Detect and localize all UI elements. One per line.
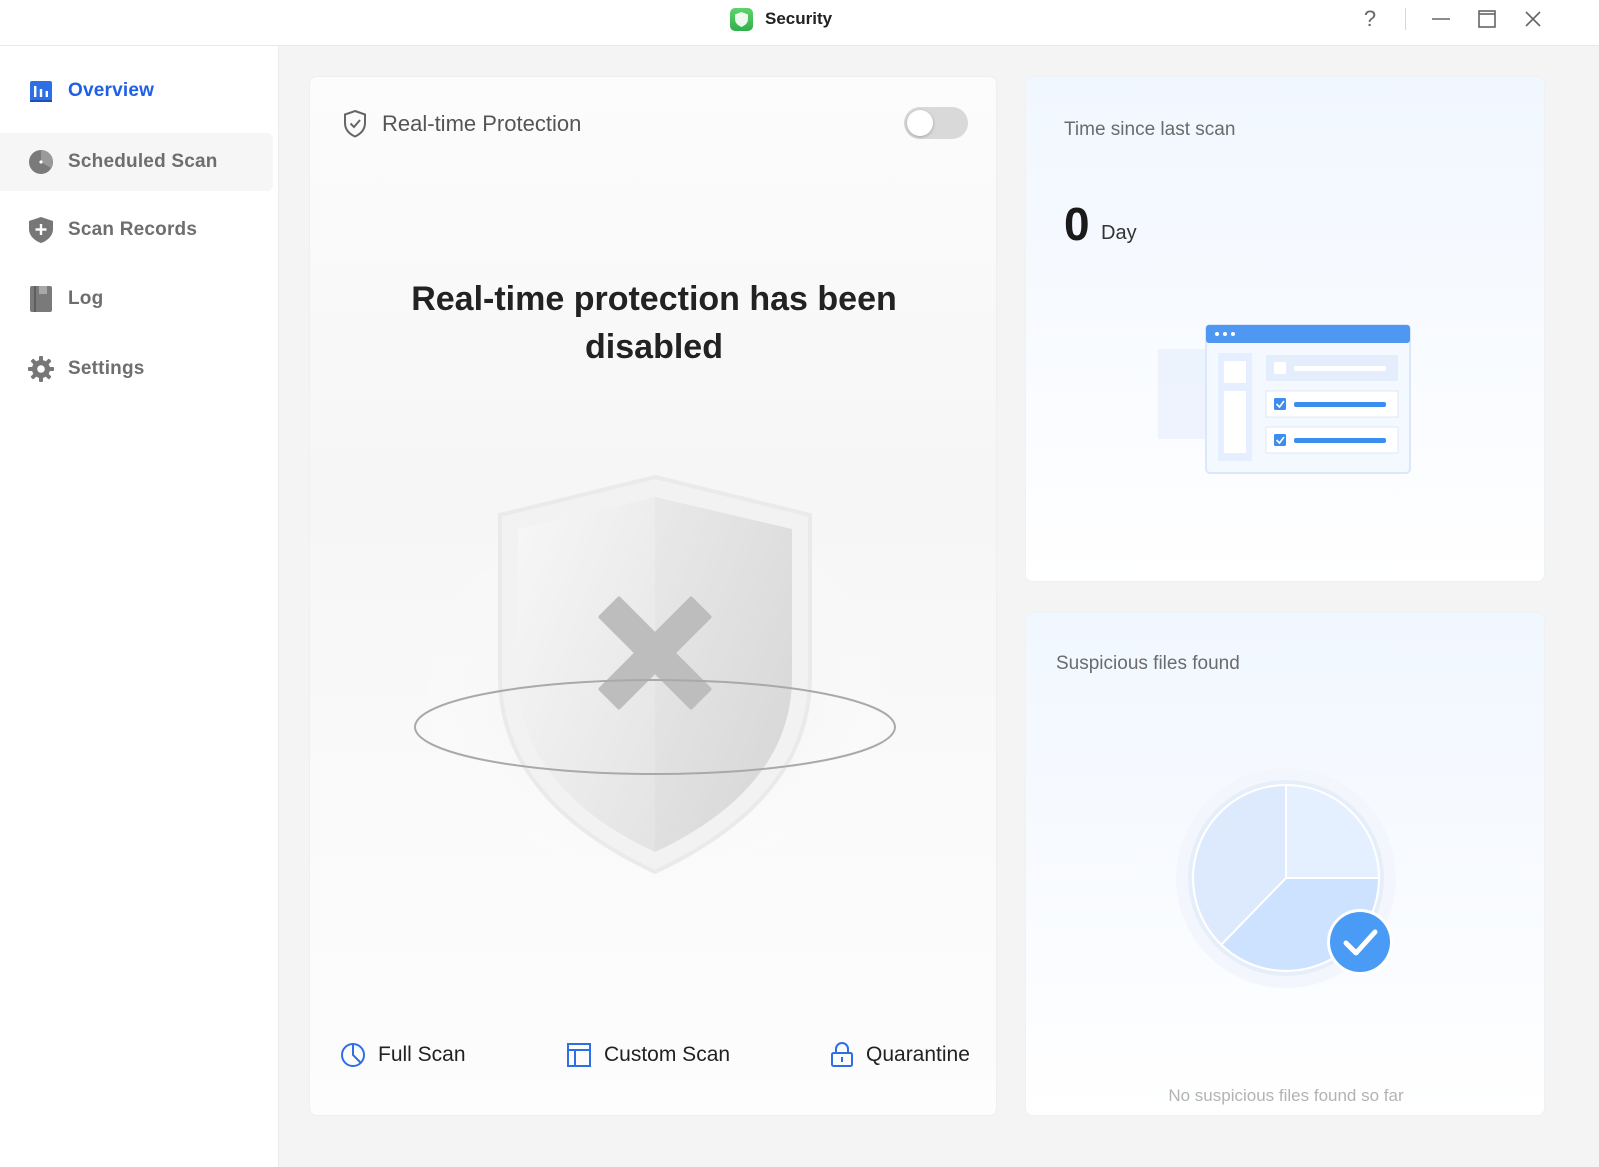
layout-icon: [567, 1043, 591, 1067]
sidebar-item-label: Scheduled Scan: [68, 151, 218, 172]
suspicious-files-note: No suspicious files found so far: [1168, 1086, 1404, 1105]
scan-actions: Full Scan Custom Scan Quarantine: [340, 1037, 980, 1073]
realtime-protection-toggle[interactable]: [904, 107, 968, 139]
full-scan-label: Full Scan: [378, 1043, 466, 1066]
close-icon: [1525, 11, 1541, 27]
suspicious-files-card: Suspicious files found No suspicious fil…: [1025, 612, 1545, 1116]
pie-check-illustration: [1176, 768, 1396, 988]
sidebar-item-label: Settings: [68, 358, 145, 379]
overview-chart-icon: [28, 78, 54, 104]
disabled-shield-illustration: [405, 474, 905, 887]
sidebar-item-overview[interactable]: Overview: [0, 62, 273, 120]
gear-icon: [28, 356, 54, 382]
custom-scan-label: Custom Scan: [604, 1043, 731, 1066]
clock-icon: [28, 149, 54, 175]
help-button[interactable]: ?: [1355, 6, 1385, 32]
realtime-protection-row: Real-time Protection: [342, 107, 581, 141]
book-icon: [28, 286, 54, 312]
sidebar-item-scan-records[interactable]: Scan Records: [0, 201, 273, 259]
help-icon: ?: [1363, 6, 1377, 31]
maximize-icon: [1478, 10, 1496, 28]
sidebar: Overview Scheduled Scan Scan Records Log…: [0, 46, 279, 1167]
custom-scan-button[interactable]: Custom Scan: [566, 1037, 730, 1073]
title-bar: Security ?: [0, 0, 1599, 46]
last-scan-value: 0: [1064, 198, 1090, 250]
sidebar-item-label: Scan Records: [68, 219, 198, 240]
quarantine-label: Quarantine: [866, 1043, 970, 1066]
window-title-group: Security: [730, 7, 832, 31]
last-scan-card: Time since last scan 0 Day: [1025, 76, 1545, 582]
main-content: Real-time Protection Real-time protectio…: [279, 46, 1599, 1167]
quarantine-button[interactable]: Quarantine: [830, 1037, 970, 1073]
protection-panel: Real-time Protection Real-time protectio…: [309, 76, 997, 1116]
last-scan-unit: Day: [1101, 222, 1137, 244]
realtime-protection-label: Real-time Protection: [382, 111, 582, 136]
maximize-button[interactable]: [1472, 6, 1502, 32]
protection-status-title: Real-time protection has been disabled: [411, 280, 897, 366]
sidebar-item-log[interactable]: Log: [0, 270, 273, 328]
minimize-icon: [1432, 18, 1450, 20]
sidebar-item-label: Log: [68, 288, 104, 309]
shield-plus-icon: [28, 217, 54, 243]
suspicious-files-title: Suspicious files found: [1056, 653, 1240, 674]
minimize-button[interactable]: [1426, 6, 1456, 32]
sidebar-item-label: Overview: [68, 80, 155, 101]
last-scan-title: Time since last scan: [1064, 119, 1236, 140]
sidebar-item-scheduled-scan[interactable]: Scheduled Scan: [0, 133, 273, 191]
toggle-knob: [907, 110, 933, 136]
close-button[interactable]: [1518, 6, 1548, 32]
shield-check-icon: [344, 109, 366, 138]
sidebar-item-settings[interactable]: Settings: [0, 340, 273, 398]
titlebar-divider: [1405, 8, 1406, 30]
window-title: Security: [765, 9, 833, 28]
app-shield-icon: [730, 7, 753, 31]
pie-clock-icon: [341, 1043, 365, 1067]
lock-icon: [831, 1042, 853, 1067]
scan-checklist-illustration: [1158, 324, 1411, 474]
full-scan-button[interactable]: Full Scan: [340, 1037, 466, 1073]
